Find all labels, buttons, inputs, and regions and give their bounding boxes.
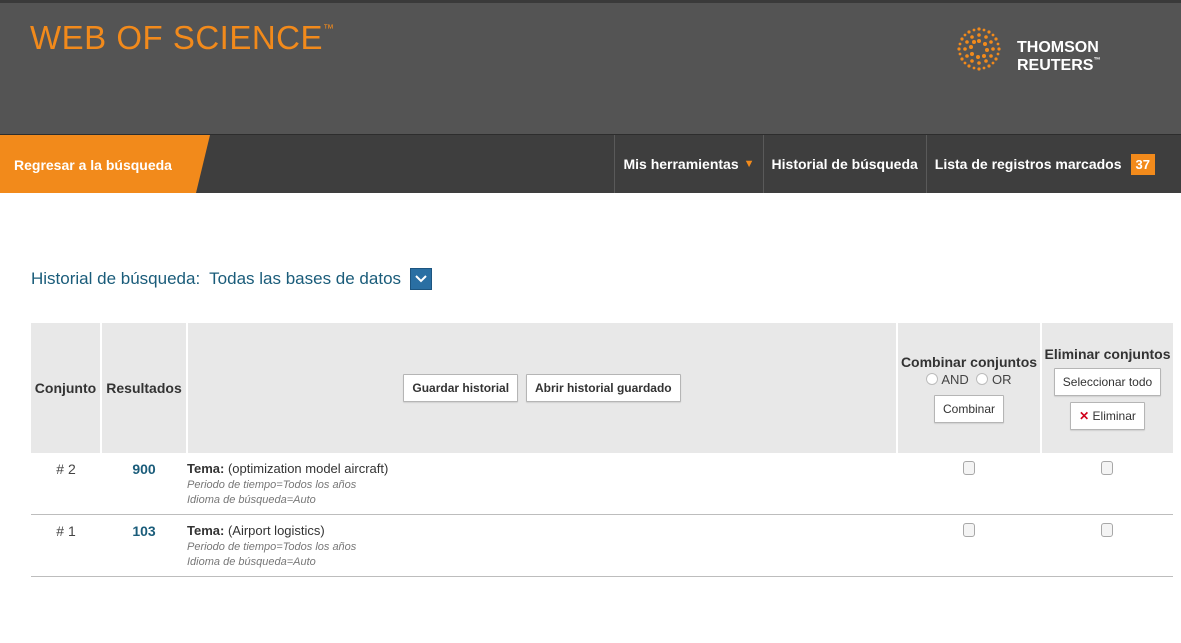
close-icon: ✕ <box>1079 409 1090 423</box>
topic-label: Tema: <box>187 461 225 476</box>
query-cell: Tema: (Airport logistics) Periodo de tie… <box>187 514 897 577</box>
table-header-row: Conjunto Resultados Guardar historial Ab… <box>31 323 1173 453</box>
combine-button[interactable]: Combinar <box>933 394 1005 423</box>
or-radio[interactable] <box>976 372 989 385</box>
my-tools-menu[interactable]: Mis herramientas ▼ <box>615 135 762 193</box>
my-tools-label: Mis herramientas <box>623 156 739 172</box>
search-history-link[interactable]: Historial de búsqueda <box>764 135 926 193</box>
set-number: # 1 <box>31 514 101 577</box>
combine-cell <box>897 514 1041 577</box>
history-table: Conjunto Resultados Guardar historial Ab… <box>31 323 1173 577</box>
database-dropdown-button[interactable] <box>410 268 433 290</box>
history-title: Historial de búsqueda: <box>31 269 201 288</box>
nav-bar: Regresar a la búsqueda Mis herramientas … <box>0 134 1181 193</box>
database-name: Todas las bases de datos <box>209 269 402 288</box>
thomson-reuters-brand: THOMSON REUTERS™ <box>1017 39 1101 74</box>
search-language: Idioma de búsqueda=Auto <box>187 556 316 568</box>
query-cell: Tema: (optimization model aircraft) Peri… <box>187 453 897 515</box>
delete-label: Eliminar <box>1092 409 1136 423</box>
marked-list-link[interactable]: Lista de registros marcados 37 <box>927 135 1163 193</box>
header-bar: WEB OF SCIENCE™ THOMSON REUTERS™ <box>0 0 1181 134</box>
and-label: AND <box>941 371 969 387</box>
delete-button[interactable]: ✕ Eliminar <box>1070 402 1145 430</box>
topic-label: Tema: <box>187 523 225 538</box>
delete-checkbox[interactable] <box>1101 461 1113 475</box>
search-language: Idioma de búsqueda=Auto <box>187 494 316 506</box>
back-to-search-label: Regresar a la búsqueda <box>14 157 172 173</box>
col-header-results: Resultados <box>101 323 188 453</box>
delete-sets-header: Eliminar conjuntos Seleccionar todo ✕ El… <box>1041 323 1173 453</box>
or-label: OR <box>992 371 1012 387</box>
set-number: # 2 <box>31 453 101 515</box>
delete-checkbox[interactable] <box>1101 523 1113 537</box>
combine-cell <box>897 453 1041 515</box>
history-actions-cell: Guardar historial Abrir historial guarda… <box>187 323 898 453</box>
thomson-reuters-logo-icon <box>957 27 1001 71</box>
table-row: # 2 900 Tema: (optimization model aircra… <box>31 453 1173 515</box>
and-radio[interactable] <box>926 372 939 385</box>
topic-query: (Airport logistics) <box>227 523 325 538</box>
select-all-button[interactable]: Seleccionar todo <box>1053 368 1162 396</box>
table-row: # 1 103 Tema: (Airport logistics) Period… <box>31 514 1173 577</box>
col-header-set: Conjunto <box>31 323 102 453</box>
web-of-science-logo[interactable]: WEB OF SCIENCE™ <box>30 19 335 57</box>
search-history-label: Historial de búsqueda <box>771 156 918 172</box>
marked-count-badge: 37 <box>1130 153 1155 175</box>
chevron-down-icon <box>415 275 427 283</box>
caret-down-icon: ▼ <box>743 158 755 170</box>
open-saved-history-button[interactable]: Abrir historial guardado <box>525 374 681 402</box>
delete-cell <box>1041 453 1173 515</box>
combine-checkbox[interactable] <box>963 461 975 475</box>
time-period: Periodo de tiempo=Todos los años <box>187 541 357 553</box>
marked-list-label: Lista de registros marcados <box>934 156 1122 172</box>
combine-checkbox[interactable] <box>963 523 975 537</box>
combine-sets-title: Combinar conjuntos <box>900 353 1038 370</box>
results-count-link[interactable]: 900 <box>101 453 187 515</box>
topic-query: (optimization model aircraft) <box>227 461 389 476</box>
results-count-link[interactable]: 103 <box>101 514 187 577</box>
time-period: Periodo de tiempo=Todos los años <box>187 479 357 491</box>
save-history-button[interactable]: Guardar historial <box>403 374 519 402</box>
combine-sets-header: Combinar conjuntos AND OR Combinar <box>897 323 1042 453</box>
delete-sets-title: Eliminar conjuntos <box>1044 346 1171 362</box>
history-heading: Historial de búsqueda: Todas las bases d… <box>31 268 433 290</box>
back-to-search-button[interactable]: Regresar a la búsqueda <box>0 135 210 193</box>
delete-cell <box>1041 514 1173 577</box>
